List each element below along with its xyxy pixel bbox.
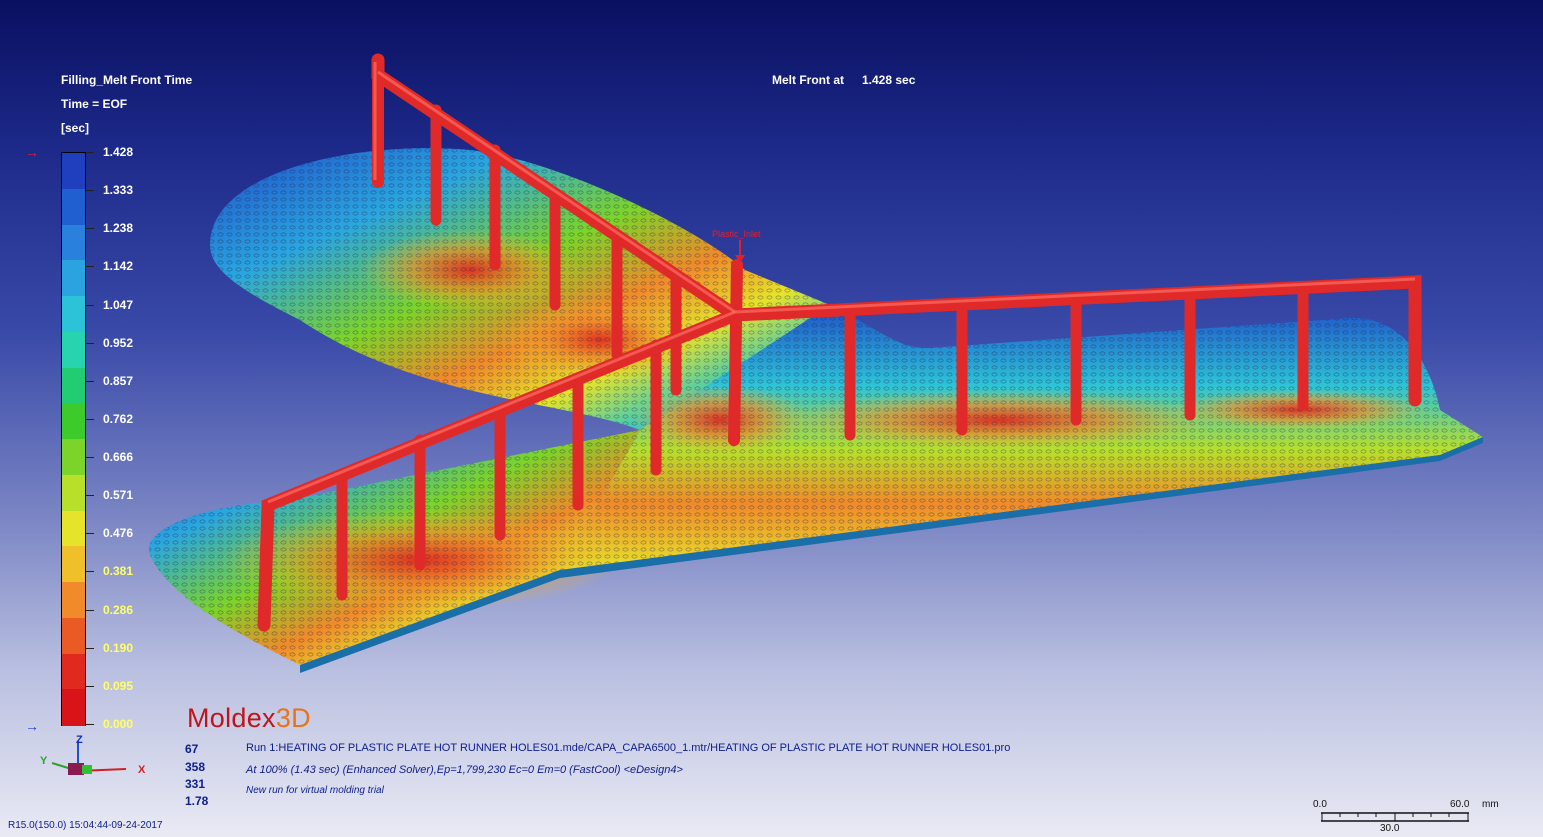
min-marker-arrow-icon[interactable]: →	[25, 719, 39, 733]
color-scale-tick-label: 0.286	[103, 602, 134, 617]
color-scale-tick-mark	[86, 647, 94, 649]
color-scale-tick-mark	[86, 609, 94, 611]
scale-mid: 30.0	[1380, 823, 1400, 834]
color-scale-tick-label: 0.381	[103, 564, 134, 579]
color-scale-bar[interactable]	[61, 152, 86, 726]
color-scale-tick-mark	[86, 418, 94, 420]
color-scale-tick-label: 0.190	[103, 640, 134, 655]
melt-front-value: 1.428 sec	[862, 73, 916, 87]
color-scale-segment	[62, 617, 85, 654]
max-marker-arrow-icon[interactable]: →	[25, 145, 39, 159]
color-scale-segment	[62, 546, 85, 583]
color-scale-tick-label: 0.762	[103, 411, 134, 426]
color-scale-segment	[62, 296, 85, 333]
color-scale-tick-label: 0.857	[103, 373, 134, 388]
color-scale-tick-mark	[86, 380, 94, 382]
color-scale-segment	[62, 153, 85, 190]
gate-label: Plastic_Inlet	[712, 229, 761, 239]
scale-left: 0.0	[1313, 799, 1327, 810]
color-scale-segment	[62, 653, 85, 690]
stat-value-4: 1.78	[185, 794, 209, 808]
run-info-line-2: At 100% (1.43 sec) (Enhanced Solver),Ep=…	[246, 764, 683, 776]
color-scale-tick-label: 1.142	[103, 259, 134, 274]
color-scale-segment	[62, 224, 85, 261]
legend-title: Filling_Melt Front Time	[61, 73, 193, 87]
stat-value-1: 67	[185, 742, 199, 756]
color-scale-tick-label: 0.952	[103, 335, 134, 350]
color-scale-tick-label: 0.476	[103, 526, 134, 541]
color-scale-tick-mark	[86, 685, 94, 687]
color-scale-segment	[62, 331, 85, 368]
legend-unit: [sec]	[61, 121, 90, 135]
scale-right: 60.0	[1450, 799, 1470, 810]
color-scale-tick-label: 0.000	[103, 717, 134, 731]
color-scale-tick-mark	[86, 724, 94, 725]
color-scale-segment	[62, 367, 85, 404]
color-scale-tick-mark	[86, 228, 94, 230]
axis-x-label: X	[138, 764, 146, 776]
color-scale-tick-mark	[86, 152, 94, 153]
color-scale-tick-mark	[86, 533, 94, 535]
scale-bar: 0.0 60.0 mm 30.0	[1313, 799, 1513, 835]
color-scale-segment	[62, 188, 85, 225]
color-scale-segment	[62, 474, 85, 511]
color-scale-tick-mark	[86, 342, 94, 344]
melt-front-label: Melt Front at	[772, 73, 844, 87]
color-scale-tick-mark	[86, 457, 94, 459]
color-scale-segment	[62, 689, 85, 726]
color-scale-segment	[62, 439, 85, 476]
color-scale-segment	[62, 510, 85, 547]
axis-triad[interactable]: Z Y X	[38, 733, 158, 783]
color-scale-tick-mark	[86, 495, 94, 497]
color-scale-tick-label: 1.333	[103, 183, 134, 198]
color-scale-tick-mark	[86, 190, 94, 192]
run-info-line-3: New run for virtual molding trial	[246, 785, 384, 796]
melt-front-readout: Melt Front at 1.428 sec	[772, 73, 915, 87]
color-scale-tick-label: 0.666	[103, 450, 134, 465]
color-scale-segment	[62, 582, 85, 619]
color-scale-tick-label: 1.047	[103, 297, 134, 312]
stat-value-2: 358	[185, 760, 206, 774]
color-scale-segment	[62, 403, 85, 440]
color-scale-segment	[62, 260, 85, 297]
run-info-line-1: Run 1:HEATING OF PLASTIC PLATE HOT RUNNE…	[246, 742, 1011, 754]
stat-value-3: 331	[185, 777, 206, 791]
color-scale-tick-label: 0.095	[103, 678, 134, 693]
axis-y-label: Y	[40, 755, 48, 767]
color-scale-tick-label: 1.238	[103, 221, 134, 236]
color-scale-tick-mark	[86, 266, 94, 268]
axis-z-label: Z	[76, 734, 83, 746]
color-scale-tick-mark	[86, 571, 94, 573]
moldex3d-logo: Moldex3D	[187, 703, 311, 733]
color-scale-tick-mark	[86, 304, 94, 306]
legend-time: Time = EOF	[61, 97, 128, 111]
color-scale-tick-label: 1.428	[103, 145, 134, 159]
scale-unit: mm	[1482, 799, 1499, 810]
version-timestamp: R15.0(150.0) 15:04:44-09-24-2017	[8, 820, 163, 831]
color-scale-tick-label: 0.571	[103, 488, 134, 503]
